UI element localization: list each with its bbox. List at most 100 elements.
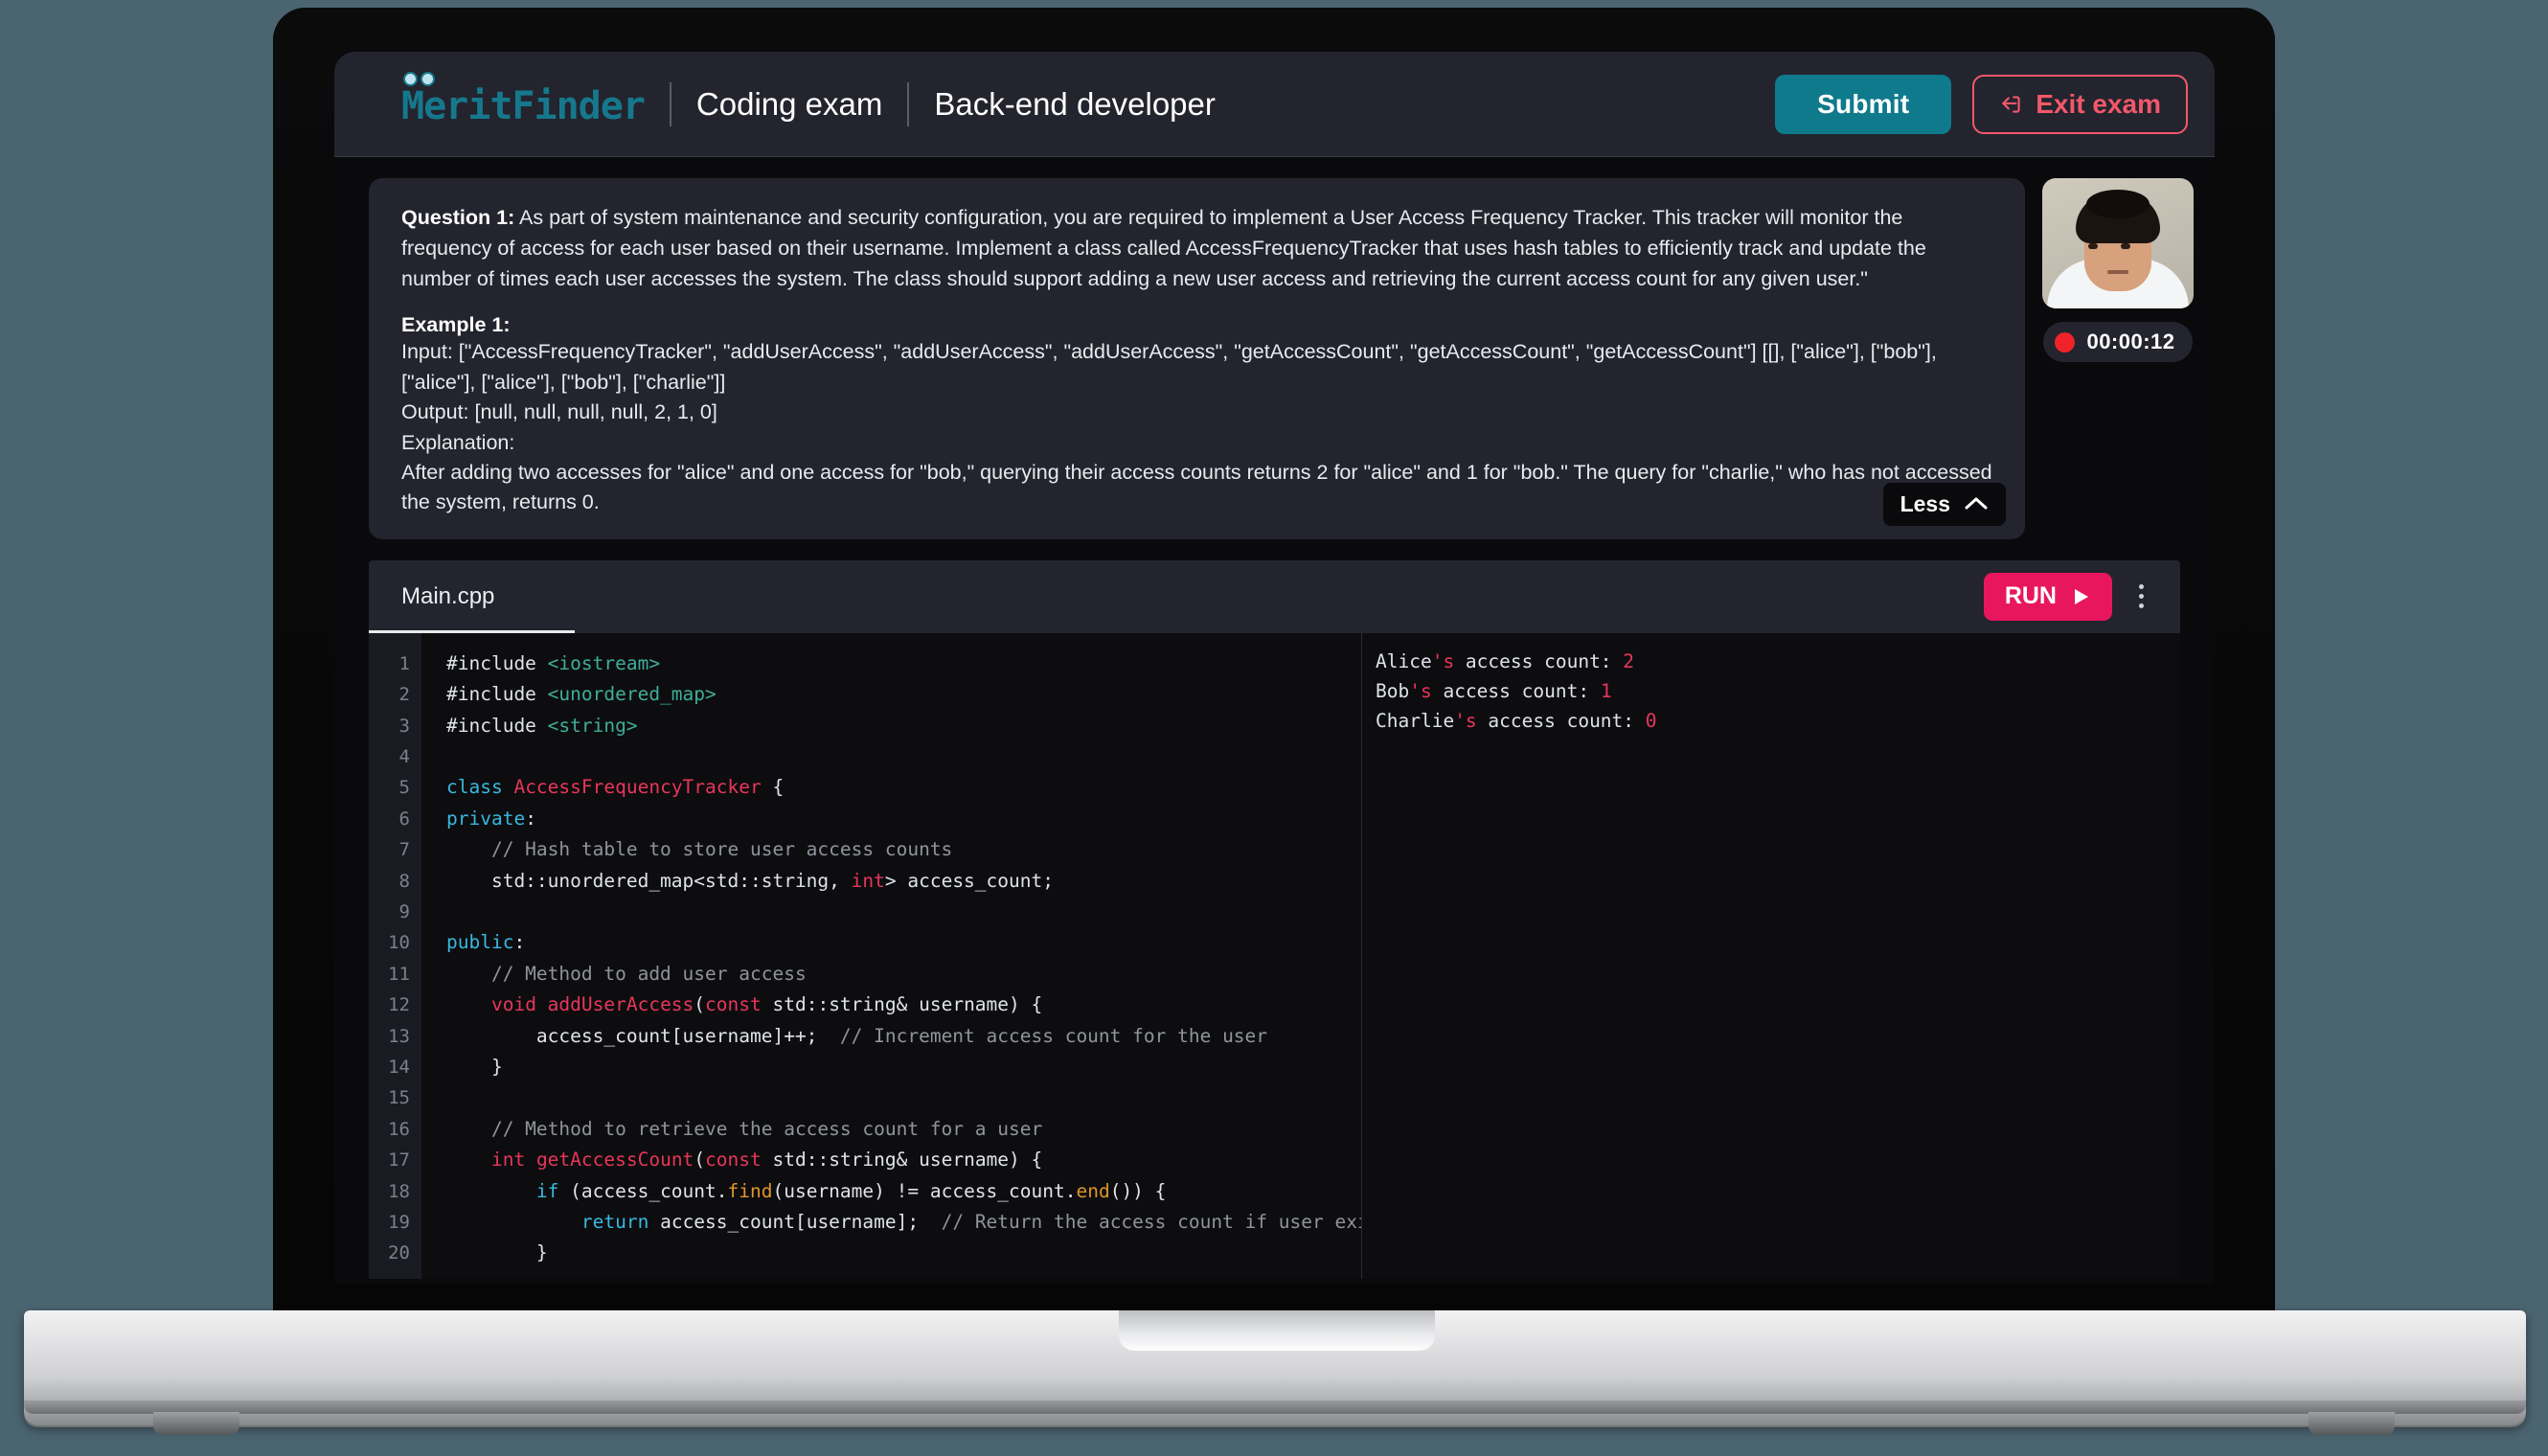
code-line: access_count[username]++; // Increment a… (446, 1021, 1361, 1052)
line-number-gutter: 1 2 3 4 5 6 7 8 9 10 11 12 13 14 15 16 17 18 19 20 (369, 632, 421, 1279)
example-output: Output: [null, null, null, null, 2, 1, 0… (401, 400, 717, 424)
code-line: public: (446, 927, 1361, 958)
code-token: } (446, 1241, 548, 1264)
code-line: #include <iostream> (446, 648, 1361, 679)
app-body: Question 1: As part of system maintenanc… (334, 157, 2215, 1284)
line-number: 5 (398, 777, 410, 799)
exit-exam-button[interactable]: Exit exam (1972, 75, 2188, 134)
editor-more-menu-button[interactable] (2135, 579, 2159, 614)
code-token: int (851, 869, 885, 892)
code-token: // Return the access count if user exis (941, 1211, 1361, 1233)
code-token: // Method to add user access (446, 962, 807, 985)
line-number: 20 (388, 1242, 410, 1264)
question-label: Question 1: (401, 206, 515, 229)
explanation-label: Explanation: (401, 430, 515, 454)
header-divider-1 (669, 82, 671, 126)
run-button[interactable]: RUN (1983, 572, 2112, 621)
line-number: 7 (398, 839, 410, 861)
code-token: find (727, 1179, 773, 1202)
line-number: 17 (388, 1149, 410, 1172)
laptop-screen: MeritFinder Coding exam Back-end develop… (334, 52, 2215, 1284)
code-token: int (490, 1149, 536, 1172)
code-token: #include (446, 683, 548, 706)
record-dot-icon (2055, 331, 2076, 353)
code-token: ( (694, 993, 706, 1016)
line-number: 10 (388, 932, 410, 954)
code-line: } (446, 1052, 1361, 1082)
example-block: Example 1: Input: ["AccessFrequencyTrack… (401, 313, 1992, 517)
submit-button[interactable]: Submit (1775, 75, 1952, 134)
code-line: void addUserAccess(const std::string& us… (446, 990, 1361, 1020)
code-token: 's (1431, 649, 1455, 672)
code-token: ( (694, 1149, 706, 1172)
code-token: access_count[username]; (648, 1211, 942, 1233)
editor-tabbar: Main.cpp RUN (369, 560, 2180, 633)
line-number: 14 (388, 1056, 410, 1078)
code-token: access count: (1431, 679, 1601, 702)
laptop-base-notch (1119, 1310, 1435, 1351)
code-token: 1 (1600, 679, 1612, 702)
code-token: // Increment access count for the user (839, 1024, 1268, 1047)
collapse-question-button[interactable]: Less (1882, 482, 2006, 526)
code-line: #include <string> (446, 711, 1361, 741)
code-token: } (446, 1055, 503, 1078)
brand-name: MeritFinder (401, 84, 646, 128)
code-pane[interactable]: 1 2 3 4 5 6 7 8 9 10 11 12 13 14 15 16 17 18 19 20 #include… (369, 632, 1361, 1279)
example-label: Example 1: (401, 313, 511, 337)
code-line: Bob's access count: 1 (1376, 676, 2180, 706)
line-number: 11 (388, 963, 410, 985)
code-token: std::string& username) { (761, 1149, 1043, 1172)
code-token: std::string& username) { (761, 993, 1043, 1016)
code-token: std::unordered_map<std::string, (446, 869, 852, 892)
line-number: 12 (388, 994, 410, 1016)
code-editor: Main.cpp RUN 1 2 3 4 5 6 7 8 9 10 11 12 13 14 15 16 17 18… (369, 559, 2180, 1279)
output-pane: Alice's access count: 2 Bob's access coun… (1361, 632, 2180, 1279)
line-number: 16 (388, 1118, 410, 1140)
code-token: 's (1409, 679, 1432, 702)
code-token: ()) { (1109, 1179, 1167, 1202)
code-line: private: (446, 804, 1361, 834)
code-text-area[interactable]: #include <iostream> #include <unordered_m… (421, 633, 1361, 1279)
code-line: std::unordered_map<std::string, int> acc… (446, 866, 1361, 897)
exam-type-title: Coding exam (695, 86, 883, 122)
code-token: access_count[username]++; (446, 1024, 840, 1047)
tab-main-cpp[interactable]: Main.cpp (369, 560, 576, 633)
editor-panes: 1 2 3 4 5 6 7 8 9 10 11 12 13 14 15 16 17 18 19 20 #include… (369, 632, 2180, 1279)
code-token: (username) != access_count. (772, 1179, 1077, 1202)
code-line: if (access_count.find(username) != acces… (446, 1176, 1361, 1207)
line-number: 2 (398, 684, 410, 706)
question-prompt-text: As part of system maintenance and securi… (401, 206, 1926, 290)
code-token: access count: (1476, 709, 1646, 732)
code-token: // Hash table to store user access count… (446, 838, 953, 861)
code-token: const (705, 993, 762, 1016)
example-input: Input: ["AccessFrequencyTracker", "addUs… (401, 340, 1937, 394)
timer-value: 00:00:12 (2086, 330, 2175, 353)
code-line: class AccessFrequencyTracker { (446, 772, 1361, 803)
code-token: { (761, 776, 785, 799)
question-row: Question 1: As part of system maintenanc… (334, 178, 2215, 539)
line-number: 3 (398, 715, 410, 737)
code-token: : (525, 807, 536, 830)
brand-logo[interactable]: MeritFinder (401, 72, 646, 128)
code-line: Alice's access count: 2 (1376, 647, 2180, 676)
code-token: private (446, 807, 526, 830)
code-token: access count: (1454, 649, 1624, 672)
laptop-foot-left (153, 1412, 239, 1435)
code-token: Bob (1376, 679, 1410, 702)
line-number: 9 (398, 900, 410, 922)
question-prompt: Question 1: As part of system maintenanc… (401, 203, 1992, 294)
code-token: 's (1454, 709, 1477, 732)
code-line: // Method to add user access (446, 959, 1361, 990)
code-token: AccessFrequencyTracker (513, 776, 762, 799)
code-line: // Method to retrieve the access count f… (446, 1114, 1361, 1145)
code-token: getAccessCount (535, 1149, 694, 1172)
code-token: Alice (1376, 649, 1432, 672)
line-number: 13 (388, 1025, 410, 1047)
code-token: <string> (547, 714, 638, 737)
